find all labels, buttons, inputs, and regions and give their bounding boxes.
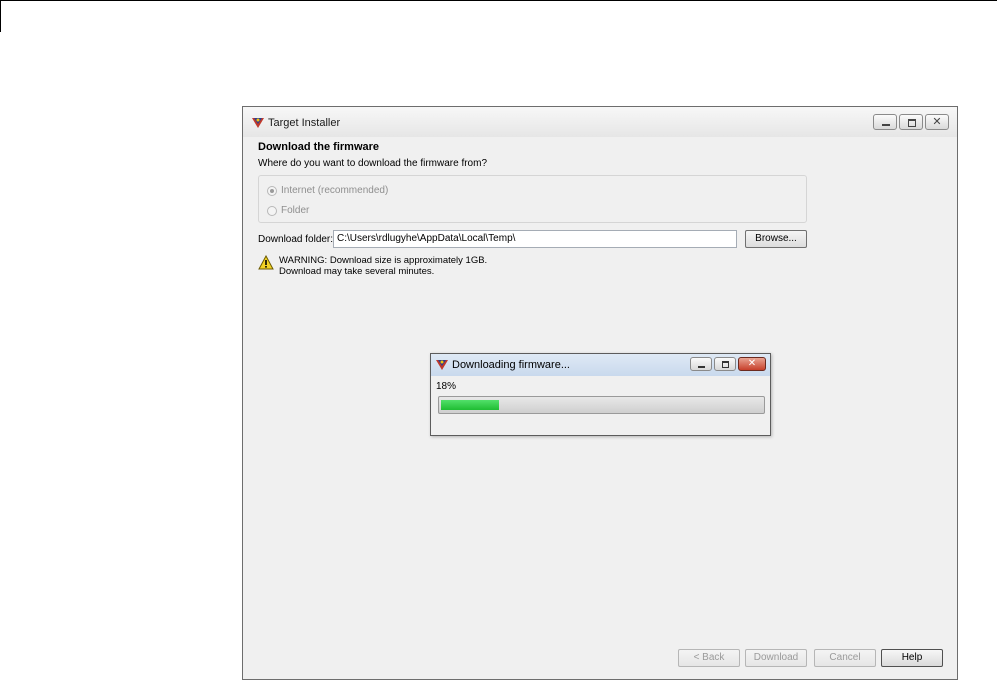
progress-bar xyxy=(438,396,765,414)
window-caption-buttons: ✕ xyxy=(873,114,949,130)
minimize-icon xyxy=(874,115,896,129)
radio-internet-button[interactable] xyxy=(267,185,277,196)
radio-folder[interactable]: Folder xyxy=(267,205,309,216)
browse-button[interactable]: Browse... xyxy=(745,230,807,248)
dialog-caption-buttons: ✕ xyxy=(690,357,766,371)
dialog-titlebar[interactable]: Downloading firmware... ✕ xyxy=(431,354,770,376)
close-button[interactable]: ✕ xyxy=(925,114,949,130)
page-top-rule xyxy=(0,0,997,1)
back-button[interactable]: < Back xyxy=(678,649,740,667)
close-icon: ✕ xyxy=(932,116,942,128)
warning-text-line2: Download may take several minutes. xyxy=(279,266,435,277)
warning-text-line1: WARNING: Download size is approximately … xyxy=(279,255,488,266)
cancel-button[interactable]: Cancel xyxy=(814,649,876,667)
radio-internet[interactable]: Internet (recommended) xyxy=(267,185,388,196)
warning-icon xyxy=(258,255,274,270)
download-folder-input[interactable]: C:\Users\rdlugyhe\AppData\Local\Temp\ xyxy=(333,230,737,248)
app-icon xyxy=(252,118,264,128)
download-progress-dialog: Downloading firmware... ✕ 18% xyxy=(430,353,771,436)
window-title: Target Installer xyxy=(268,117,341,129)
progress-percent-text: 18% xyxy=(436,381,457,392)
dialog-close-icon: ✕ xyxy=(747,358,757,369)
radio-internet-label: Internet (recommended) xyxy=(281,185,389,196)
maximize-icon xyxy=(900,115,922,129)
minimize-button[interactable] xyxy=(873,114,897,130)
dialog-title: Downloading firmware... xyxy=(452,359,570,371)
dialog-maximize-button[interactable] xyxy=(714,357,736,371)
radio-folder-button[interactable] xyxy=(267,205,277,216)
help-button[interactable]: Help xyxy=(881,649,943,667)
download-source-group: Internet (recommended) Folder xyxy=(258,175,807,223)
radio-folder-label: Folder xyxy=(281,205,310,216)
dialog-close-button[interactable]: ✕ xyxy=(738,357,766,371)
maximize-button[interactable] xyxy=(899,114,923,130)
page-heading: Download the firmware xyxy=(258,141,380,153)
dialog-app-icon xyxy=(436,360,448,370)
source-question: Where do you want to download the firmwa… xyxy=(258,158,487,169)
window-titlebar[interactable]: Target Installer ✕ xyxy=(243,107,957,137)
progress-bar-fill xyxy=(441,400,499,410)
page-left-rule xyxy=(0,0,1,32)
download-button[interactable]: Download xyxy=(745,649,807,667)
dialog-minimize-button[interactable] xyxy=(690,357,712,371)
download-folder-label: Download folder: xyxy=(258,234,334,245)
